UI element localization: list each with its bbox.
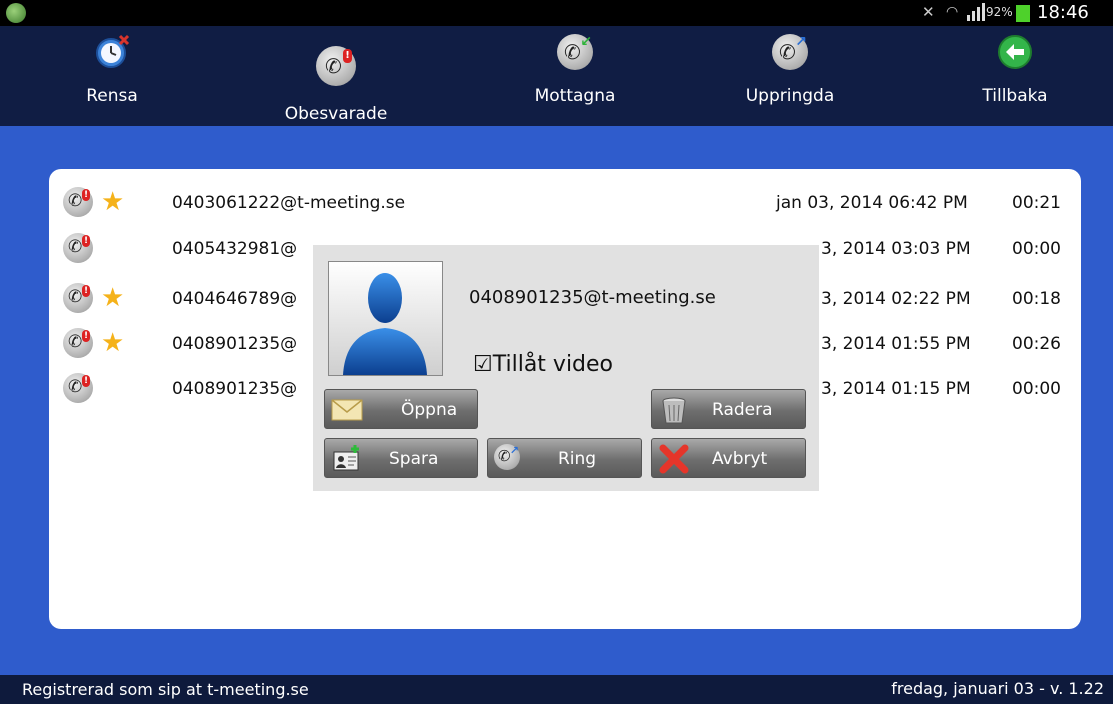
cancel-label: Avbryt (712, 449, 768, 469)
person-icon (343, 273, 427, 375)
contact-avatar (328, 261, 443, 376)
star-icon[interactable]: ★ (101, 329, 124, 357)
missed-call-icon: ✆! (63, 283, 93, 313)
trash-icon (662, 397, 686, 424)
dialed-calls-label: Uppringda (745, 86, 835, 106)
clear-label: Rensa (86, 86, 138, 106)
call-date: jan 03, 2014 06:42 PM (776, 193, 968, 213)
missed-calls-label: Obesvarade (284, 104, 388, 124)
close-icon (659, 444, 689, 474)
open-button[interactable]: Öppna (324, 389, 478, 429)
cancel-button[interactable]: Avbryt (651, 438, 806, 478)
call-address: 0404646789@ (172, 289, 298, 309)
outgoing-call-icon: ✆ ↗ (772, 34, 808, 70)
allow-video-checkbox[interactable]: ☑Tillåt video (473, 352, 613, 377)
call-row[interactable]: ✆! ★ 0403061222@t-meeting.se jan 03, 201… (49, 183, 1081, 223)
save-button[interactable]: Spara (324, 438, 478, 478)
call-duration: 00:18 (1012, 289, 1061, 309)
call-options-dialog: 0408901235@t-meeting.se ☑Tillåt video Öp… (313, 245, 819, 491)
clear-history-icon (96, 34, 130, 68)
outgoing-call-icon: ✆ ↗ (494, 444, 526, 474)
call-button[interactable]: ✆ ↗ Ring (487, 438, 642, 478)
envelope-icon (331, 399, 363, 421)
call-date: 3, 2014 01:55 PM (821, 334, 971, 354)
star-icon[interactable]: ★ (101, 188, 124, 216)
missed-calls-tab[interactable]: ✆ ! Obesvarade (276, 26, 396, 126)
toolbar: Rensa ✆ ! Obesvarade ✆ ↙ Mottagna ✆ ↗ Up… (0, 26, 1113, 126)
star-icon[interactable]: ★ (101, 284, 124, 312)
add-contact-icon (333, 445, 359, 471)
date-version: fredag, januari 03 - v. 1.22 (891, 679, 1104, 698)
call-duration: 00:00 (1012, 379, 1061, 399)
call-label: Ring (558, 449, 597, 469)
back-arrow-icon (998, 35, 1032, 69)
status-bar: ✕ ◠ 92% 18:46 (0, 0, 1113, 26)
call-duration: 00:21 (1012, 193, 1061, 213)
call-address: 0403061222@t-meeting.se (172, 193, 406, 213)
missed-call-icon: ✆! (63, 328, 93, 358)
battery-percent: 92% (986, 5, 1013, 19)
call-address: 0408901235@ (172, 334, 298, 354)
back-label: Tillbaka (982, 86, 1048, 106)
missed-call-icon: ✆! (63, 233, 93, 263)
mute-icon: ✕ (922, 3, 935, 21)
missed-call-icon: ✆! (63, 373, 93, 403)
call-address: 0405432981@ (172, 239, 298, 259)
incoming-call-icon: ✆ ↙ (557, 34, 593, 70)
call-date: 3, 2014 01:15 PM (821, 379, 971, 399)
save-label: Spara (389, 449, 439, 469)
call-address: 0408901235@ (172, 379, 298, 399)
call-duration: 00:00 (1012, 239, 1061, 259)
missed-call-icon: ✆! (63, 187, 93, 217)
dialed-calls-tab[interactable]: ✆ ↗ Uppringda (730, 26, 850, 126)
call-date: 3, 2014 02:22 PM (821, 289, 971, 309)
back-button[interactable]: Tillbaka (965, 26, 1065, 126)
call-date: 3, 2014 03:03 PM (821, 239, 971, 259)
delete-button[interactable]: Radera (651, 389, 806, 429)
popup-address: 0408901235@t-meeting.se (469, 287, 716, 308)
app-icon (6, 3, 26, 23)
footer: Registrerad som sip at t-meeting.se fred… (0, 675, 1113, 704)
received-calls-tab[interactable]: ✆ ↙ Mottagna (520, 26, 630, 126)
call-duration: 00:26 (1012, 334, 1061, 354)
status-time: 18:46 (1037, 2, 1089, 23)
wifi-icon: ◠ (946, 4, 959, 20)
clear-button[interactable]: Rensa (62, 26, 162, 126)
missed-call-icon: ✆ ! (316, 46, 356, 86)
battery-icon (1016, 5, 1030, 22)
registration-status: Registrerad som sip at t-meeting.se (22, 680, 309, 699)
signal-icon (967, 3, 985, 21)
open-label: Öppna (401, 400, 458, 420)
received-calls-label: Mottagna (534, 86, 616, 106)
delete-label: Radera (712, 400, 773, 420)
